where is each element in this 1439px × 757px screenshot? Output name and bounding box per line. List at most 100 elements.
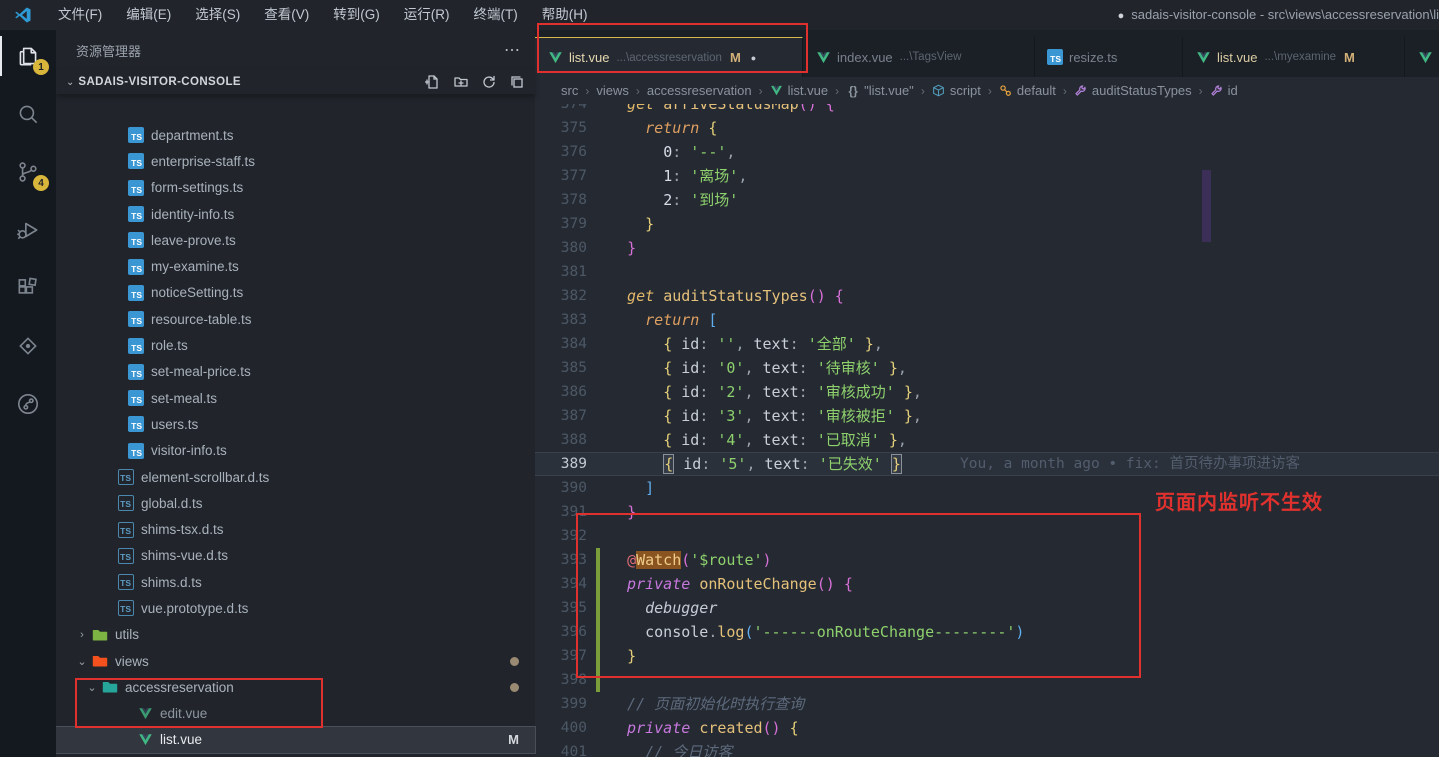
menu-item-编辑E[interactable]: 编辑(E) [114, 0, 183, 30]
breadcrumb-item-list.vue[interactable]: list.vue [770, 83, 828, 98]
tree-item-visitor-info.ts[interactable]: TSvisitor-info.ts [56, 438, 535, 464]
code-line-401[interactable]: 401 // 今日访客 [535, 740, 1439, 757]
code-text: private created() { [609, 716, 799, 740]
code-line-375[interactable]: 375 return { [535, 116, 1439, 140]
new-file-icon[interactable] [425, 74, 441, 90]
code-line-389[interactable]: 389 { id: '5', text: '已失效' }You, a month… [535, 452, 1439, 476]
code-line-377[interactable]: 377 1: '离场', [535, 164, 1439, 188]
tree-item-views[interactable]: ⌄views [56, 648, 535, 674]
code-line-381[interactable]: 381 [535, 260, 1439, 284]
breadcrumb-item-views[interactable]: views [596, 83, 629, 98]
activity-search-icon[interactable] [0, 88, 56, 140]
breadcrumb-item-accessreservation[interactable]: accessreservation [647, 83, 752, 98]
code-line-380[interactable]: 380 } [535, 236, 1439, 260]
class-symbol-icon [999, 84, 1013, 98]
breadcrumb-separator-icon: › [585, 84, 589, 98]
line-number: 386 [535, 380, 587, 404]
breadcrumb-label: script [950, 83, 981, 98]
tree-item-resource-table.ts[interactable]: TSresource-table.ts [56, 306, 535, 332]
breadcrumb-item-default[interactable]: default [999, 83, 1056, 98]
explorer-toolbar [425, 74, 525, 90]
code-line-379[interactable]: 379 } [535, 212, 1439, 236]
line-number: 382 [535, 284, 587, 308]
code-line-378[interactable]: 378 2: '到场' [535, 188, 1439, 212]
tree-item-element-scrollbar.d.ts[interactable]: TSelement-scrollbar.d.ts [56, 464, 535, 490]
tree-item-my-examine.ts[interactable]: TSmy-examine.ts [56, 253, 535, 279]
code-line-387[interactable]: 387 { id: '3', text: '审核被拒' }, [535, 404, 1439, 428]
tab-list.vue[interactable]: list.vue...\myexamineM [1183, 37, 1405, 77]
breadcrumb-item-script[interactable]: script [932, 83, 981, 98]
breadcrumb-item-auditStatusTypes[interactable]: auditStatusTypes [1074, 83, 1192, 98]
breadcrumb-item-list.vue[interactable]: {}"list.vue" [846, 83, 914, 98]
breadcrumb[interactable]: src›views›accessreservation›list.vue›{}"… [535, 77, 1439, 104]
menu-item-选择S[interactable]: 选择(S) [183, 0, 252, 30]
more-actions-icon[interactable]: ⋯ [504, 40, 521, 60]
tree-item-set-meal-price.ts[interactable]: TSset-meal-price.ts [56, 359, 535, 385]
typescript-file-icon: TS [128, 285, 144, 301]
tree-item-identity-info.ts[interactable]: TSidentity-info.ts [56, 201, 535, 227]
tree-item-billinginfo[interactable]: ›billinginfo [56, 753, 535, 757]
tree-item-shims-vue.d.ts[interactable]: TSshims-vue.d.ts [56, 543, 535, 569]
tree-item-set-meal.ts[interactable]: TSset-meal.ts [56, 385, 535, 411]
typescript-file-icon: TS [128, 206, 144, 222]
breadcrumb-item-id[interactable]: id [1210, 83, 1238, 98]
activity-ext-diamond-icon[interactable] [0, 320, 56, 372]
tab-partial[interactable] [1405, 37, 1439, 77]
code-line-399[interactable]: 399 // 页面初始化时执行查询 [535, 692, 1439, 716]
tree-item-shims.d.ts[interactable]: TSshims.d.ts [56, 569, 535, 595]
workspace-section-header[interactable]: ⌄ SADAIS-VISITOR-CONSOLE [56, 70, 535, 94]
menu-item-运行R[interactable]: 运行(R) [392, 0, 462, 30]
tab-resize.ts[interactable]: TSresize.ts [1035, 37, 1183, 77]
new-folder-icon[interactable] [453, 74, 469, 90]
menu-item-转到G[interactable]: 转到(G) [321, 0, 392, 30]
collapse-all-icon[interactable] [509, 74, 525, 90]
tree-item-utils[interactable]: ›utils [56, 622, 535, 648]
tree-item-global.d.ts[interactable]: TSglobal.d.ts [56, 490, 535, 516]
activity-ext-circle-icon[interactable] [0, 378, 56, 430]
tree-item-department.ts[interactable]: TSdepartment.ts [56, 122, 535, 148]
tree-item-users.ts[interactable]: TSusers.ts [56, 411, 535, 437]
code-line-400[interactable]: 400 private created() { [535, 716, 1439, 740]
code-line-384[interactable]: 384 { id: '', text: '全部' }, [535, 332, 1439, 356]
tree-item-vue.prototype.d.ts[interactable]: TSvue.prototype.d.ts [56, 595, 535, 621]
menu-item-文件F[interactable]: 文件(F) [46, 0, 114, 30]
code-line-388[interactable]: 388 { id: '4', text: '已取消' }, [535, 428, 1439, 452]
typescript-file-icon: TS [128, 127, 144, 143]
method-symbol-icon [1074, 84, 1088, 98]
breadcrumb-separator-icon: › [1063, 84, 1067, 98]
tree-item-noticeSetting.ts[interactable]: TSnoticeSetting.ts [56, 280, 535, 306]
code-line-386[interactable]: 386 { id: '2', text: '审核成功' }, [535, 380, 1439, 404]
tab-label: list.vue [1217, 50, 1257, 65]
activity-explorer-icon[interactable]: 1 [0, 30, 56, 82]
tree-item-label: shims-tsx.d.ts [141, 522, 224, 537]
refresh-icon[interactable] [481, 74, 497, 90]
method-symbol-icon [1210, 84, 1224, 98]
tree-item-enterprise-staff.ts[interactable]: TSenterprise-staff.ts [56, 148, 535, 174]
code-line-382[interactable]: 382 get auditStatusTypes() { [535, 284, 1439, 308]
code-line-383[interactable]: 383 return [ [535, 308, 1439, 332]
tree-item-leave-prove.ts[interactable]: TSleave-prove.ts [56, 227, 535, 253]
tree-item-list.vue[interactable]: list.vue M [56, 727, 535, 753]
menu-item-查看V[interactable]: 查看(V) [252, 0, 321, 30]
typescript-def-file-icon: TS [118, 495, 134, 511]
menu-item-终端T[interactable]: 终端(T) [462, 0, 530, 30]
typescript-file-icon: TS [1047, 49, 1063, 65]
breadcrumb-item-src[interactable]: src [561, 83, 578, 98]
activity-source-control-icon[interactable]: 4 [0, 146, 56, 198]
typescript-def-file-icon: TS [118, 469, 134, 485]
code-line-385[interactable]: 385 { id: '0', text: '待审核' }, [535, 356, 1439, 380]
tree-item-form-settings.ts[interactable]: TSform-settings.ts [56, 175, 535, 201]
git-modified-badge: M [508, 732, 519, 747]
tab-modified-badge: M [1344, 50, 1355, 65]
code-text: } [609, 212, 654, 236]
explorer-header: 资源管理器 ⋯ [56, 30, 535, 70]
activity-run-debug-icon[interactable] [0, 204, 56, 256]
tree-item-role.ts[interactable]: TSrole.ts [56, 332, 535, 358]
tab-index.vue[interactable]: index.vue...\TagsView [803, 37, 1035, 77]
annotation-rect-explorer [75, 678, 323, 728]
activity-extensions-icon[interactable] [0, 262, 56, 314]
code-line-376[interactable]: 376 0: '--', [535, 140, 1439, 164]
tree-item-label: list.vue [160, 732, 202, 747]
code-text: { id: '5', text: '已失效' } [609, 452, 902, 476]
tree-item-shims-tsx.d.ts[interactable]: TSshims-tsx.d.ts [56, 516, 535, 542]
